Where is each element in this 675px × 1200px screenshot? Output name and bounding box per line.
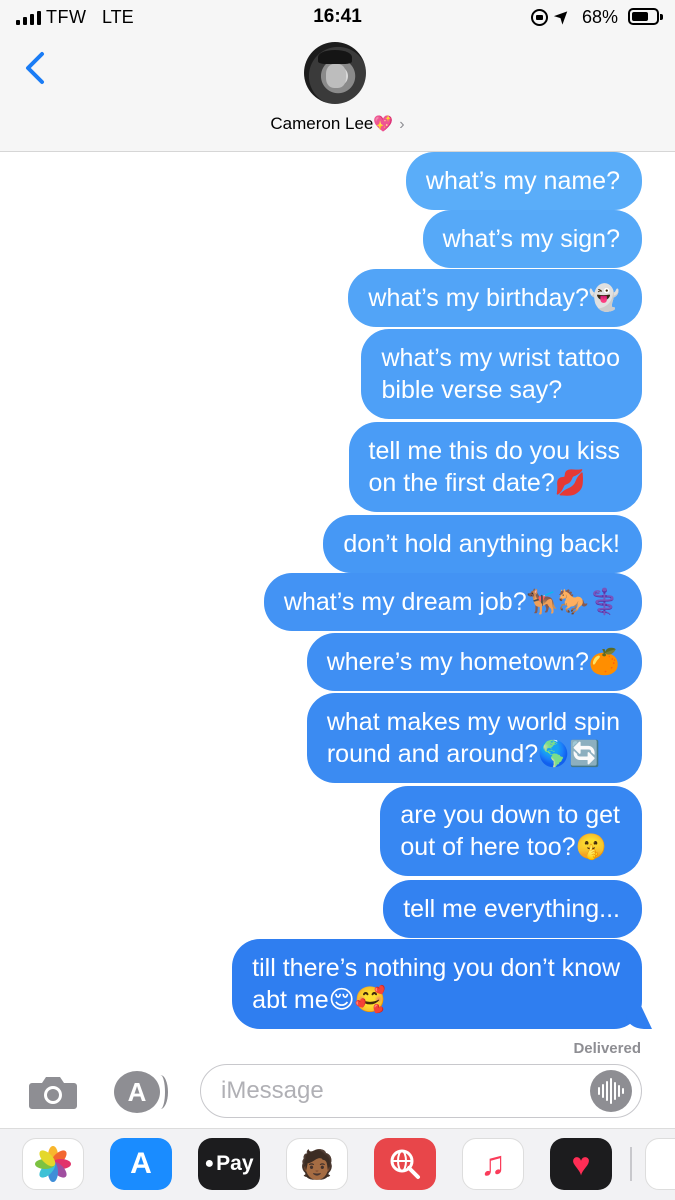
message-bubble[interactable]: tell me this do you kiss on the first da… [348,422,642,512]
message-bubble[interactable]: what’s my sign? [422,210,642,268]
digital-touch-app[interactable]: ♥ [550,1138,612,1190]
contact-name-button[interactable]: Cameron Lee💖 › [0,114,675,134]
battery-percentage: 68% [582,7,619,27]
back-chevron-icon[interactable] [22,50,52,86]
battery-icon [628,8,663,25]
message-bubble[interactable]: tell me everything... [383,880,642,938]
memoji-app[interactable]: 🧑🏾 [286,1138,348,1190]
message-bubble[interactable]: what’s my dream job?🐕‍🦺🐎⚕️ [263,573,642,631]
chevron-right-icon: › [399,116,405,133]
search-images-app[interactable] [374,1138,436,1190]
app-store-icon: A [127,1077,147,1107]
heart-icon: ♥ [571,1145,591,1182]
drawer-divider [630,1147,632,1181]
memoji-faces-icon: 🧑🏾 [299,1148,335,1180]
message-bubble[interactable]: till there’s nothing you don’t know abt … [232,939,642,1029]
imessage-input[interactable] [200,1064,642,1118]
camera-icon[interactable] [28,1073,78,1111]
contact-avatar[interactable] [304,42,366,104]
conversation-header: TFW LTE 16:41 ➤ 68% Cameron Lee💖 › [0,0,675,152]
apple-pay-app[interactable]: ● Pay [198,1138,260,1190]
more-app-partial[interactable] [645,1138,675,1190]
app-drawer: A ● Pay 🧑🏾 ♫ ♥ [0,1128,675,1200]
app-store-icon: A [130,1147,152,1180]
apps-button[interactable]: A [114,1071,168,1113]
message-bubble[interactable]: what’s my name? [405,152,642,210]
apple-pay-label: Pay [216,1152,254,1175]
sparkling-heart-emoji: 💖 [373,116,394,133]
message-bubble[interactable]: what’s my wrist tattoo bible verse say? [361,329,642,419]
message-bubble[interactable]: what’s my birthday?👻 [348,269,642,327]
photos-flower-icon [35,1146,71,1182]
apple-logo-icon: ● [204,1155,215,1172]
message-bubble[interactable]: what makes my world spin round and aroun… [306,693,642,783]
message-bubble[interactable]: where’s my hometown?🍊 [306,633,642,691]
contact-name: Cameron Lee [270,114,374,133]
globe-search-icon [390,1149,420,1179]
orientation-lock-icon [531,9,548,26]
status-bar: TFW LTE 16:41 ➤ 68% [0,0,675,36]
audio-message-button[interactable] [590,1070,632,1112]
message-thread[interactable]: what’s my name? what’s my sign? what’s my … [0,152,675,1062]
message-bubble[interactable]: don’t hold anything back! [323,515,642,573]
music-app[interactable]: ♫ [462,1138,524,1190]
photos-app[interactable] [22,1138,84,1190]
message-bubble[interactable]: are you down to get out of here too?🤫 [380,786,642,876]
music-note-icon: ♫ [480,1144,506,1183]
delivered-status: Delivered [573,1040,641,1057]
app-store-app[interactable]: A [110,1138,172,1190]
